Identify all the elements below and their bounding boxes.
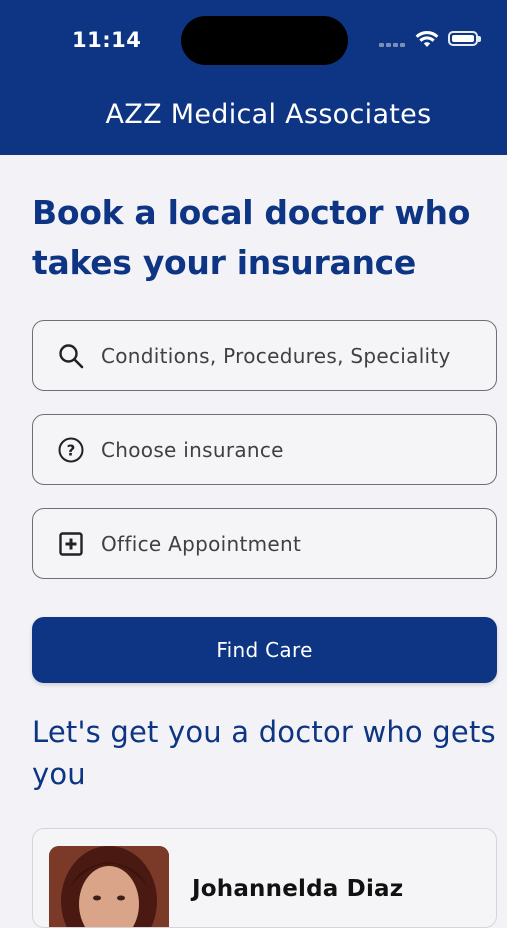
plus-square-icon	[53, 526, 89, 562]
search-placeholder: Conditions, Procedures, Speciality	[101, 343, 451, 368]
question-circle-icon: ?	[53, 432, 89, 468]
wifi-icon	[415, 30, 439, 47]
doctor-name: Johannelda Diaz	[192, 876, 404, 902]
app-title: AZZ Medical Associates	[105, 99, 432, 130]
dynamic-island	[181, 16, 348, 65]
visit-type-select[interactable]: Office Appointment	[32, 508, 497, 579]
doctor-card[interactable]: Johannelda Diaz	[32, 828, 497, 928]
insurance-label: Choose insurance	[101, 437, 284, 462]
cellular-signal-icon	[379, 41, 407, 47]
app-header: 11:14 AZZ Medical Associates	[0, 0, 507, 155]
svg-text:?: ?	[67, 441, 76, 459]
find-care-button[interactable]: Find Care	[32, 617, 497, 683]
search-input[interactable]: Conditions, Procedures, Speciality	[32, 320, 497, 391]
status-time: 11:14	[72, 28, 142, 52]
insurance-select[interactable]: ? Choose insurance	[32, 414, 497, 485]
visit-type-label: Office Appointment	[101, 531, 302, 556]
doctor-avatar	[49, 846, 169, 927]
page-title: Book a local doctor who takes your insur…	[32, 193, 471, 282]
battery-icon	[448, 31, 481, 46]
section-heading: Let's get you a doctor who gets you	[32, 715, 496, 791]
search-icon	[53, 338, 89, 374]
